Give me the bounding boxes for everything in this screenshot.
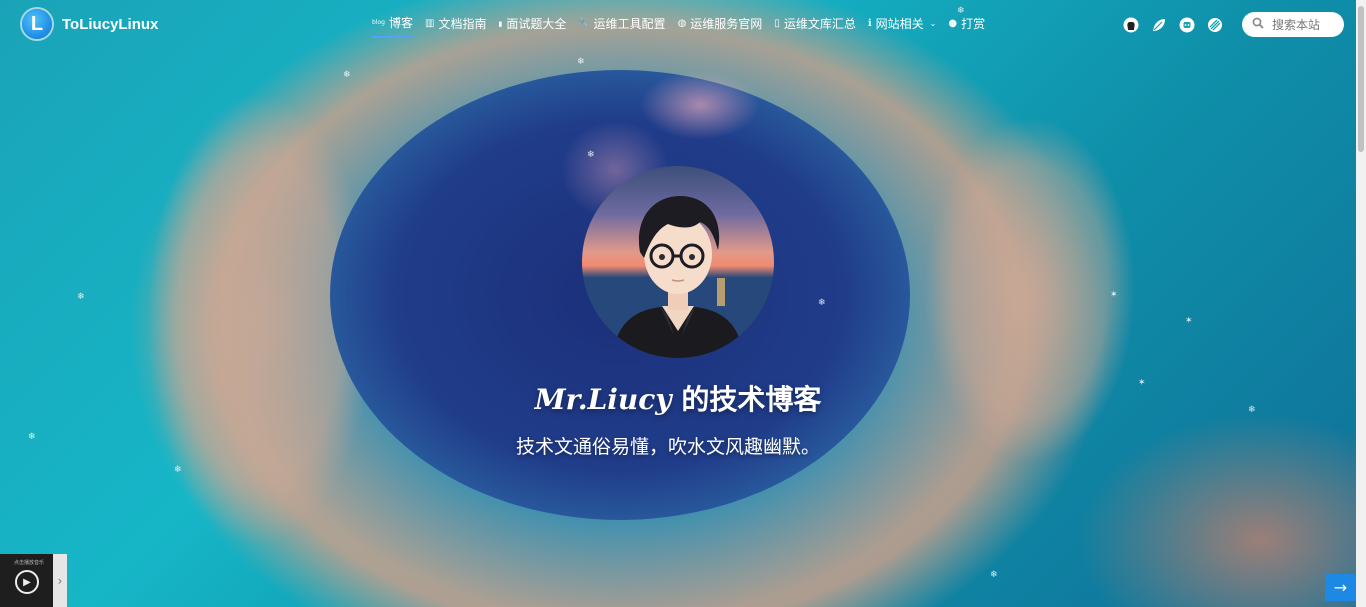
nav-item-label: 网站相关 <box>875 17 924 31</box>
play-icon[interactable]: ▶ <box>15 570 39 594</box>
nav-item-interview[interactable]: ▮ 面试题大全 <box>498 14 566 38</box>
snowflake: ❄ <box>77 292 85 302</box>
leaf-icon[interactable] <box>1150 16 1168 34</box>
arrow-right-icon[interactable]: → <box>1325 574 1356 601</box>
search-input[interactable] <box>1270 16 1344 33</box>
nav-menu: blog 博客 ▥ 文档指南 ▮ 面试题大全 🔧 运维工具配置 ◍ 运维服务官网… <box>372 14 985 38</box>
nav-right <box>1122 12 1344 37</box>
blog-icon: blog <box>372 19 385 26</box>
info-icon: ℹ <box>867 18 872 29</box>
nav-item-docs[interactable]: ▥ 文档指南 <box>425 14 486 38</box>
snowflake: ✶ <box>1185 316 1193 326</box>
note-icon: ▮ <box>498 19 503 28</box>
coin-icon: ● <box>948 18 958 29</box>
nav-item-donate[interactable]: ● 打赏 <box>948 14 985 38</box>
hero-title-rest: 的技术博客 <box>671 383 822 416</box>
player-toggle-button[interactable]: › <box>53 554 67 607</box>
site-logo[interactable]: L <box>22 9 52 39</box>
snowflake: ❄ <box>818 298 826 308</box>
globe-icon: ◍ <box>677 18 687 29</box>
snowflake: ❄ <box>587 150 595 160</box>
hero-subtitle: 技术文通俗易懂，吹水文风趣幽默。 <box>515 436 820 458</box>
nav-item-label: 运维服务官网 <box>690 17 763 31</box>
brand[interactable]: L ToLiucyLinux <box>22 9 158 39</box>
theme-icon[interactable] <box>1206 16 1224 34</box>
nav-item-label: 运维文库汇总 <box>783 17 856 31</box>
chevron-down-icon: ⌄ <box>929 19 937 28</box>
nav-item-label: 运维工具配置 <box>593 17 666 31</box>
nav-item-label: 博客 <box>388 16 413 30</box>
robot-icon[interactable] <box>1178 16 1196 34</box>
music-player[interactable]: 点击播放音乐 ▶ <box>0 554 53 607</box>
site-title[interactable]: ToLiucyLinux <box>62 16 158 33</box>
nav-item-blog[interactable]: blog 博客 <box>372 14 413 38</box>
snowflake: ❄ <box>990 570 998 580</box>
chevron-right-icon: › <box>57 573 63 588</box>
snowflake: ❄ <box>174 465 182 475</box>
github-icon[interactable] <box>1122 16 1140 34</box>
search-box[interactable] <box>1242 12 1344 37</box>
search-icon <box>1252 17 1264 33</box>
file-icon: ▯ <box>774 18 780 29</box>
snowflake: ❄ <box>577 57 585 67</box>
snowflake: ✶ <box>1110 290 1118 300</box>
nav-item-label: 文档指南 <box>438 17 487 31</box>
page: ❄ ❄ ❄ ❄ ❄ ❄ ❄ ❄ ❄ ✶ ✶ ✶ ❄ L ToLiucyLinux… <box>0 0 1366 607</box>
background-cloud <box>640 70 760 140</box>
hero-title-name: Mr.Liucy <box>534 383 672 416</box>
avatar <box>582 166 774 358</box>
nav-item-label: 面试题大全 <box>506 17 567 31</box>
hero-title: Mr.Liucy 的技术博客 <box>0 378 1356 418</box>
wrench-icon: 🔧 <box>578 18 590 29</box>
nav-item-tools[interactable]: 🔧 运维工具配置 <box>578 14 665 38</box>
book-icon: ▥ <box>424 18 435 29</box>
nav-item-library[interactable]: ▯ 运维文库汇总 <box>774 14 856 38</box>
background-reef-right <box>900 60 1260 540</box>
nav-item-site[interactable]: ℹ 网站相关 ⌄ <box>868 14 937 38</box>
scrollbar-thumb[interactable] <box>1358 6 1364 152</box>
nav-item-label: 打赏 <box>961 17 986 31</box>
nav-item-services[interactable]: ◍ 运维服务官网 <box>678 14 763 38</box>
snowflake: ❄ <box>343 70 351 80</box>
player-label: 点击播放音乐 <box>14 560 45 566</box>
top-navbar: L ToLiucyLinux blog 博客 ▥ 文档指南 ▮ 面试题大全 🔧 … <box>0 0 1366 48</box>
